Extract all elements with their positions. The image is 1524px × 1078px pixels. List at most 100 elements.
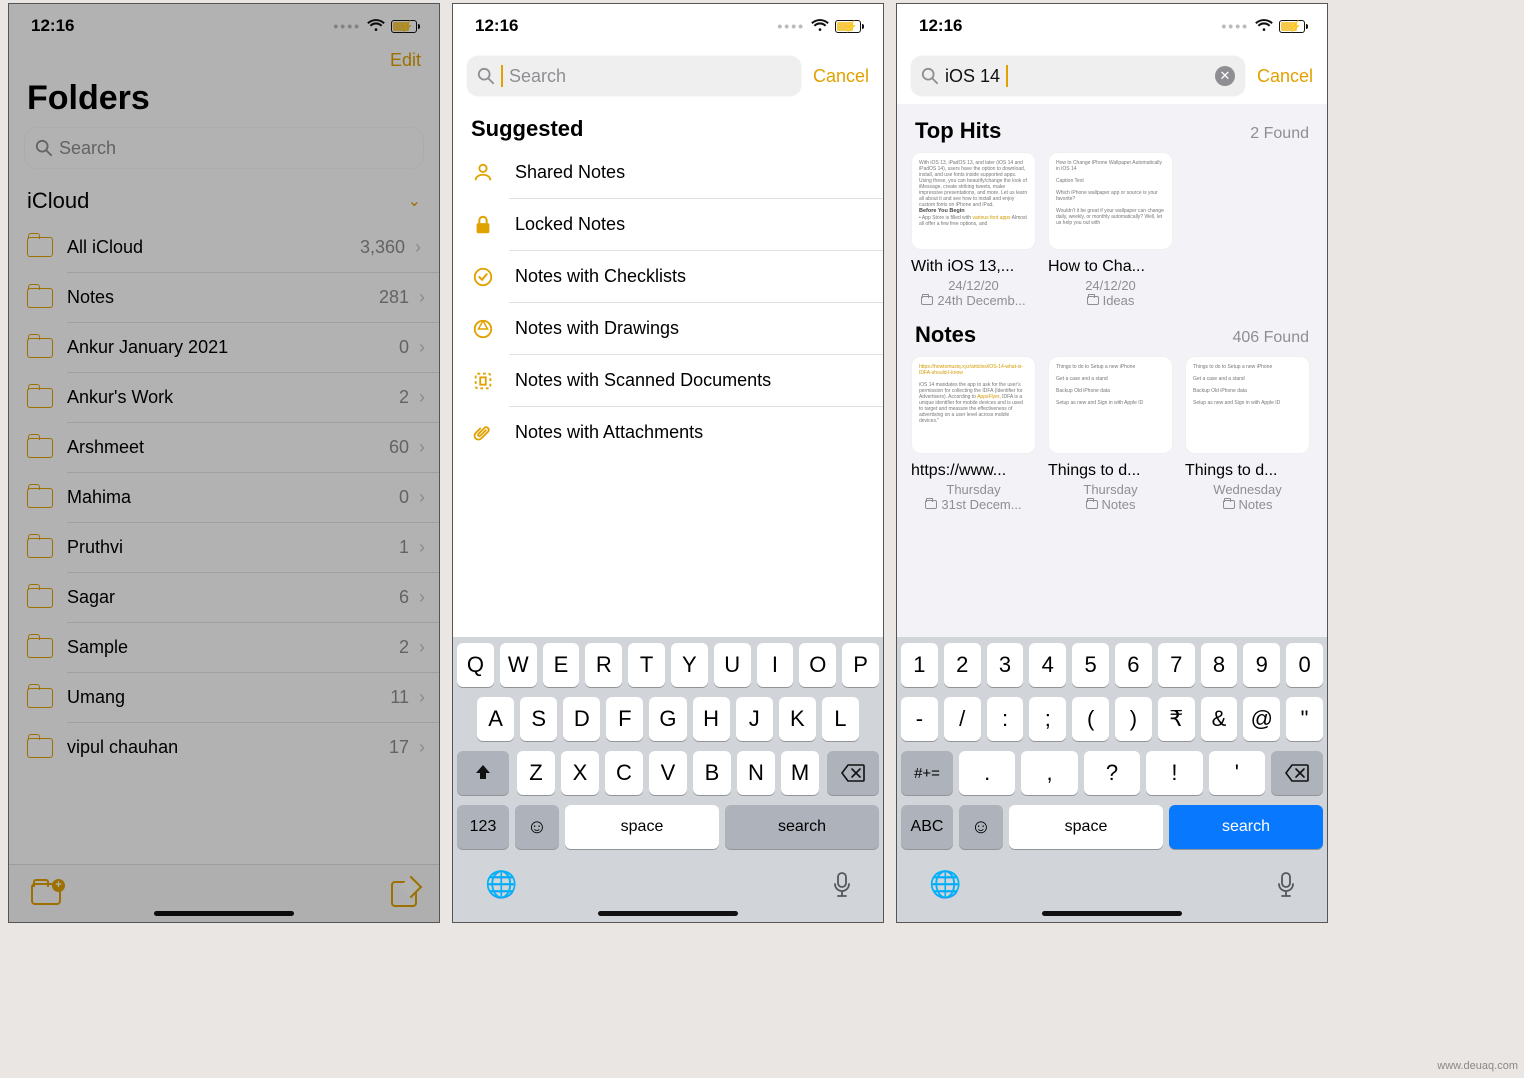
key[interactable]: G xyxy=(649,697,686,741)
key[interactable]: 0 xyxy=(1286,643,1323,687)
folder-row[interactable]: Mahima 0 › xyxy=(67,472,439,522)
space-key[interactable]: space xyxy=(1009,805,1163,849)
key[interactable]: X xyxy=(561,751,599,795)
mode-abc-key[interactable]: ABC xyxy=(901,805,953,849)
key[interactable]: L xyxy=(822,697,859,741)
key[interactable]: R xyxy=(585,643,622,687)
key[interactable]: ₹ xyxy=(1158,697,1195,741)
note-card[interactable]: With iOS 13, iPadOS 13, and later (iOS 1… xyxy=(911,152,1036,308)
backspace-key[interactable] xyxy=(827,751,879,795)
folder-row[interactable]: Pruthvi 1 › xyxy=(67,522,439,572)
section-icloud[interactable]: iCloud ⌄ xyxy=(9,168,439,222)
key[interactable]: B xyxy=(693,751,731,795)
globe-key[interactable]: 🌐 xyxy=(929,869,961,900)
key[interactable]: ) xyxy=(1115,697,1152,741)
key[interactable]: 5 xyxy=(1072,643,1109,687)
key[interactable]: 7 xyxy=(1158,643,1195,687)
emoji-key[interactable]: ☺ xyxy=(959,805,1003,849)
folder-row[interactable]: Arshmeet 60 › xyxy=(67,422,439,472)
key[interactable]: C xyxy=(605,751,643,795)
key[interactable]: W xyxy=(500,643,537,687)
suggested-item[interactable]: Notes with Attachments xyxy=(509,406,883,458)
key[interactable]: 2 xyxy=(944,643,981,687)
space-key[interactable]: space xyxy=(565,805,719,849)
key[interactable]: ( xyxy=(1072,697,1109,741)
suggested-item[interactable]: Shared Notes xyxy=(453,146,883,198)
search-field[interactable]: Search xyxy=(25,128,423,168)
key[interactable]: K xyxy=(779,697,816,741)
key[interactable]: : xyxy=(987,697,1024,741)
key[interactable]: . xyxy=(959,751,1015,795)
key[interactable]: E xyxy=(543,643,580,687)
key[interactable]: Y xyxy=(671,643,708,687)
keyboard[interactable]: 1234567890 -/:;()₹&@" #+= .,?!' ABC ☺ sp… xyxy=(897,637,1327,922)
mode-123-key[interactable]: 123 xyxy=(457,805,509,849)
compose-button[interactable] xyxy=(391,881,417,907)
key[interactable]: D xyxy=(563,697,600,741)
key[interactable]: T xyxy=(628,643,665,687)
folder-row[interactable]: All iCloud 3,360 › xyxy=(19,222,429,272)
folder-row[interactable]: Umang 11 › xyxy=(67,672,439,722)
folder-row[interactable]: Notes 281 › xyxy=(67,272,439,322)
key[interactable]: U xyxy=(714,643,751,687)
key[interactable]: Q xyxy=(457,643,494,687)
note-card[interactable]: Things to do to Setup a new iPhoneGet a … xyxy=(1048,356,1173,512)
home-indicator[interactable] xyxy=(1042,911,1182,916)
key[interactable]: / xyxy=(944,697,981,741)
search-field[interactable]: Search xyxy=(467,56,801,96)
key[interactable]: 9 xyxy=(1243,643,1280,687)
key[interactable]: J xyxy=(736,697,773,741)
key[interactable]: 4 xyxy=(1029,643,1066,687)
key[interactable]: 8 xyxy=(1201,643,1238,687)
key[interactable]: , xyxy=(1021,751,1077,795)
key[interactable]: & xyxy=(1201,697,1238,741)
key[interactable]: S xyxy=(520,697,557,741)
key[interactable]: 3 xyxy=(987,643,1024,687)
globe-key[interactable]: 🌐 xyxy=(485,869,517,900)
mic-key[interactable] xyxy=(1277,872,1295,898)
search-key[interactable]: search xyxy=(1169,805,1323,849)
note-card[interactable]: https://howtomusiq.xyz/articles/iOS-14-w… xyxy=(911,356,1036,512)
key[interactable]: ! xyxy=(1146,751,1202,795)
suggested-item[interactable]: Locked Notes xyxy=(509,198,883,250)
key[interactable]: F xyxy=(606,697,643,741)
note-card[interactable]: Things to do to Setup a new iPhoneGet a … xyxy=(1185,356,1310,512)
backspace-key[interactable] xyxy=(1271,751,1323,795)
keyboard[interactable]: QWERTYUIOP ASDFGHJKL ZXCVBNM 123 ☺ space… xyxy=(453,637,883,922)
key[interactable]: N xyxy=(737,751,775,795)
cancel-button[interactable]: Cancel xyxy=(813,66,869,87)
key[interactable]: ' xyxy=(1209,751,1265,795)
folder-row[interactable]: Ankur's Work 2 › xyxy=(67,372,439,422)
emoji-key[interactable]: ☺ xyxy=(515,805,559,849)
search-key[interactable]: search xyxy=(725,805,879,849)
key[interactable]: O xyxy=(799,643,836,687)
new-folder-button[interactable]: + xyxy=(31,883,61,905)
cancel-button[interactable]: Cancel xyxy=(1257,66,1313,87)
key[interactable]: M xyxy=(781,751,819,795)
folder-row[interactable]: Sample 2 › xyxy=(67,622,439,672)
suggested-item[interactable]: Notes with Drawings xyxy=(509,302,883,354)
key[interactable]: Z xyxy=(517,751,555,795)
key[interactable]: " xyxy=(1286,697,1323,741)
search-field[interactable]: iOS 14 ✕ xyxy=(911,56,1245,96)
folder-row[interactable]: vipul chauhan 17 › xyxy=(67,722,439,772)
key[interactable]: ? xyxy=(1084,751,1140,795)
key[interactable]: @ xyxy=(1243,697,1280,741)
mic-key[interactable] xyxy=(833,872,851,898)
shift-key[interactable] xyxy=(457,751,509,795)
home-indicator[interactable] xyxy=(598,911,738,916)
folder-row[interactable]: Sagar 6 › xyxy=(67,572,439,622)
suggested-item[interactable]: Notes with Scanned Documents xyxy=(509,354,883,406)
key[interactable]: I xyxy=(757,643,794,687)
key[interactable]: V xyxy=(649,751,687,795)
key[interactable]: A xyxy=(477,697,514,741)
clear-button[interactable]: ✕ xyxy=(1215,66,1235,86)
key[interactable]: P xyxy=(842,643,879,687)
note-card[interactable]: How to Change iPhone Wallpaper Automatic… xyxy=(1048,152,1173,308)
mode-symbols-key[interactable]: #+= xyxy=(901,751,953,795)
key[interactable]: 1 xyxy=(901,643,938,687)
home-indicator[interactable] xyxy=(154,911,294,916)
key[interactable]: 6 xyxy=(1115,643,1152,687)
folder-row[interactable]: Ankur January 2021 0 › xyxy=(67,322,439,372)
suggested-item[interactable]: Notes with Checklists xyxy=(509,250,883,302)
